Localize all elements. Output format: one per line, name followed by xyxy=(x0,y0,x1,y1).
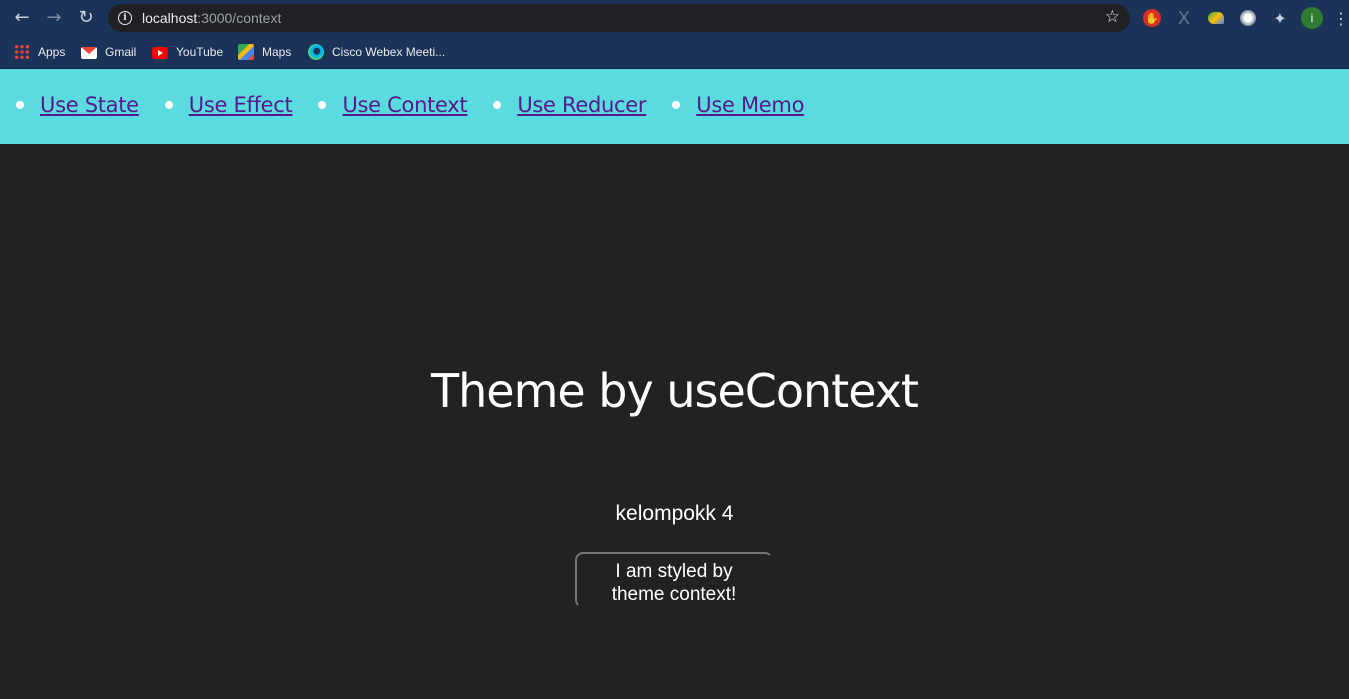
bookmark-maps[interactable]: Maps xyxy=(238,42,291,62)
bullet-icon xyxy=(672,101,681,109)
maps-icon xyxy=(238,44,254,60)
gmail-icon xyxy=(81,47,97,59)
site-info-icon[interactable]: i xyxy=(118,11,132,25)
bookmark-label: Maps xyxy=(262,45,292,59)
page-title: Theme by useContext xyxy=(431,364,919,418)
back-icon[interactable]: ← xyxy=(10,6,34,30)
bookmark-label: YouTube xyxy=(176,45,224,59)
bookmarks-bar: Apps Gmail YouTube Maps Cisco Webex Meet… xyxy=(0,36,1349,69)
url-host: localhost xyxy=(142,10,198,26)
bookmark-youtube[interactable]: YouTube xyxy=(152,42,223,62)
bullet-icon xyxy=(318,101,327,109)
bookmark-webex[interactable]: Cisco Webex Meeti... xyxy=(308,42,445,62)
bookmark-gmail[interactable]: Gmail xyxy=(81,42,136,62)
group-name-text: kelompokk 4 xyxy=(615,502,734,525)
nav-link-use-context[interactable]: Use Context xyxy=(342,93,467,117)
bookmark-apps[interactable]: Apps xyxy=(14,42,65,62)
bullet-icon xyxy=(164,101,173,109)
translate-extension-icon[interactable] xyxy=(1208,12,1224,24)
nav-link-use-memo[interactable]: Use Memo xyxy=(696,93,804,117)
forward-icon[interactable]: → xyxy=(42,6,66,30)
bookmark-label: Apps xyxy=(38,45,66,59)
extensions-puzzle-icon[interactable]: ✦ xyxy=(1270,8,1290,28)
address-bar-url[interactable]: localhost:3000/context xyxy=(142,10,281,26)
theme-styled-button[interactable]: I am styled by theme context! xyxy=(575,552,773,608)
browser-toolbar: ← → ↻ i localhost:3000/context ☆ ✋ X ✦ i… xyxy=(0,0,1349,36)
nav-item-use-context: Use Context xyxy=(318,93,468,117)
address-bar[interactable]: i localhost:3000/context ☆ xyxy=(108,4,1130,32)
x-extension-icon[interactable]: X xyxy=(1174,8,1194,28)
bullet-icon xyxy=(493,101,502,109)
nav-item-use-effect: Use Effect xyxy=(164,93,293,117)
nav-item-use-memo: Use Memo xyxy=(672,93,804,117)
bookmark-label: Gmail xyxy=(105,45,137,59)
bookmark-label: Cisco Webex Meeti... xyxy=(332,45,446,59)
reload-icon[interactable]: ↻ xyxy=(74,6,98,30)
nav-link-use-reducer[interactable]: Use Reducer xyxy=(517,93,646,117)
nav-item-use-reducer: Use Reducer xyxy=(493,93,647,117)
webex-icon xyxy=(308,44,324,60)
profile-avatar[interactable]: i xyxy=(1301,7,1323,29)
apps-grid-icon xyxy=(14,44,30,60)
record-extension-icon[interactable] xyxy=(1240,10,1256,26)
bookmark-star-icon[interactable]: ☆ xyxy=(1105,7,1120,27)
bullet-icon xyxy=(16,101,24,109)
nav-link-use-state[interactable]: Use State xyxy=(40,93,139,117)
nav-link-use-effect[interactable]: Use Effect xyxy=(189,93,293,117)
browser-menu-icon[interactable]: ⋮ xyxy=(1333,8,1349,28)
nav-list: Use State Use Effect Use Context Use Red… xyxy=(16,93,830,117)
url-path: :3000/context xyxy=(197,10,282,26)
youtube-icon xyxy=(152,47,168,59)
nav-item-use-state: Use State xyxy=(16,93,139,117)
adblock-extension-icon[interactable]: ✋ xyxy=(1143,9,1161,27)
app-nav-bar: Use State Use Effect Use Context Use Red… xyxy=(0,69,1349,144)
